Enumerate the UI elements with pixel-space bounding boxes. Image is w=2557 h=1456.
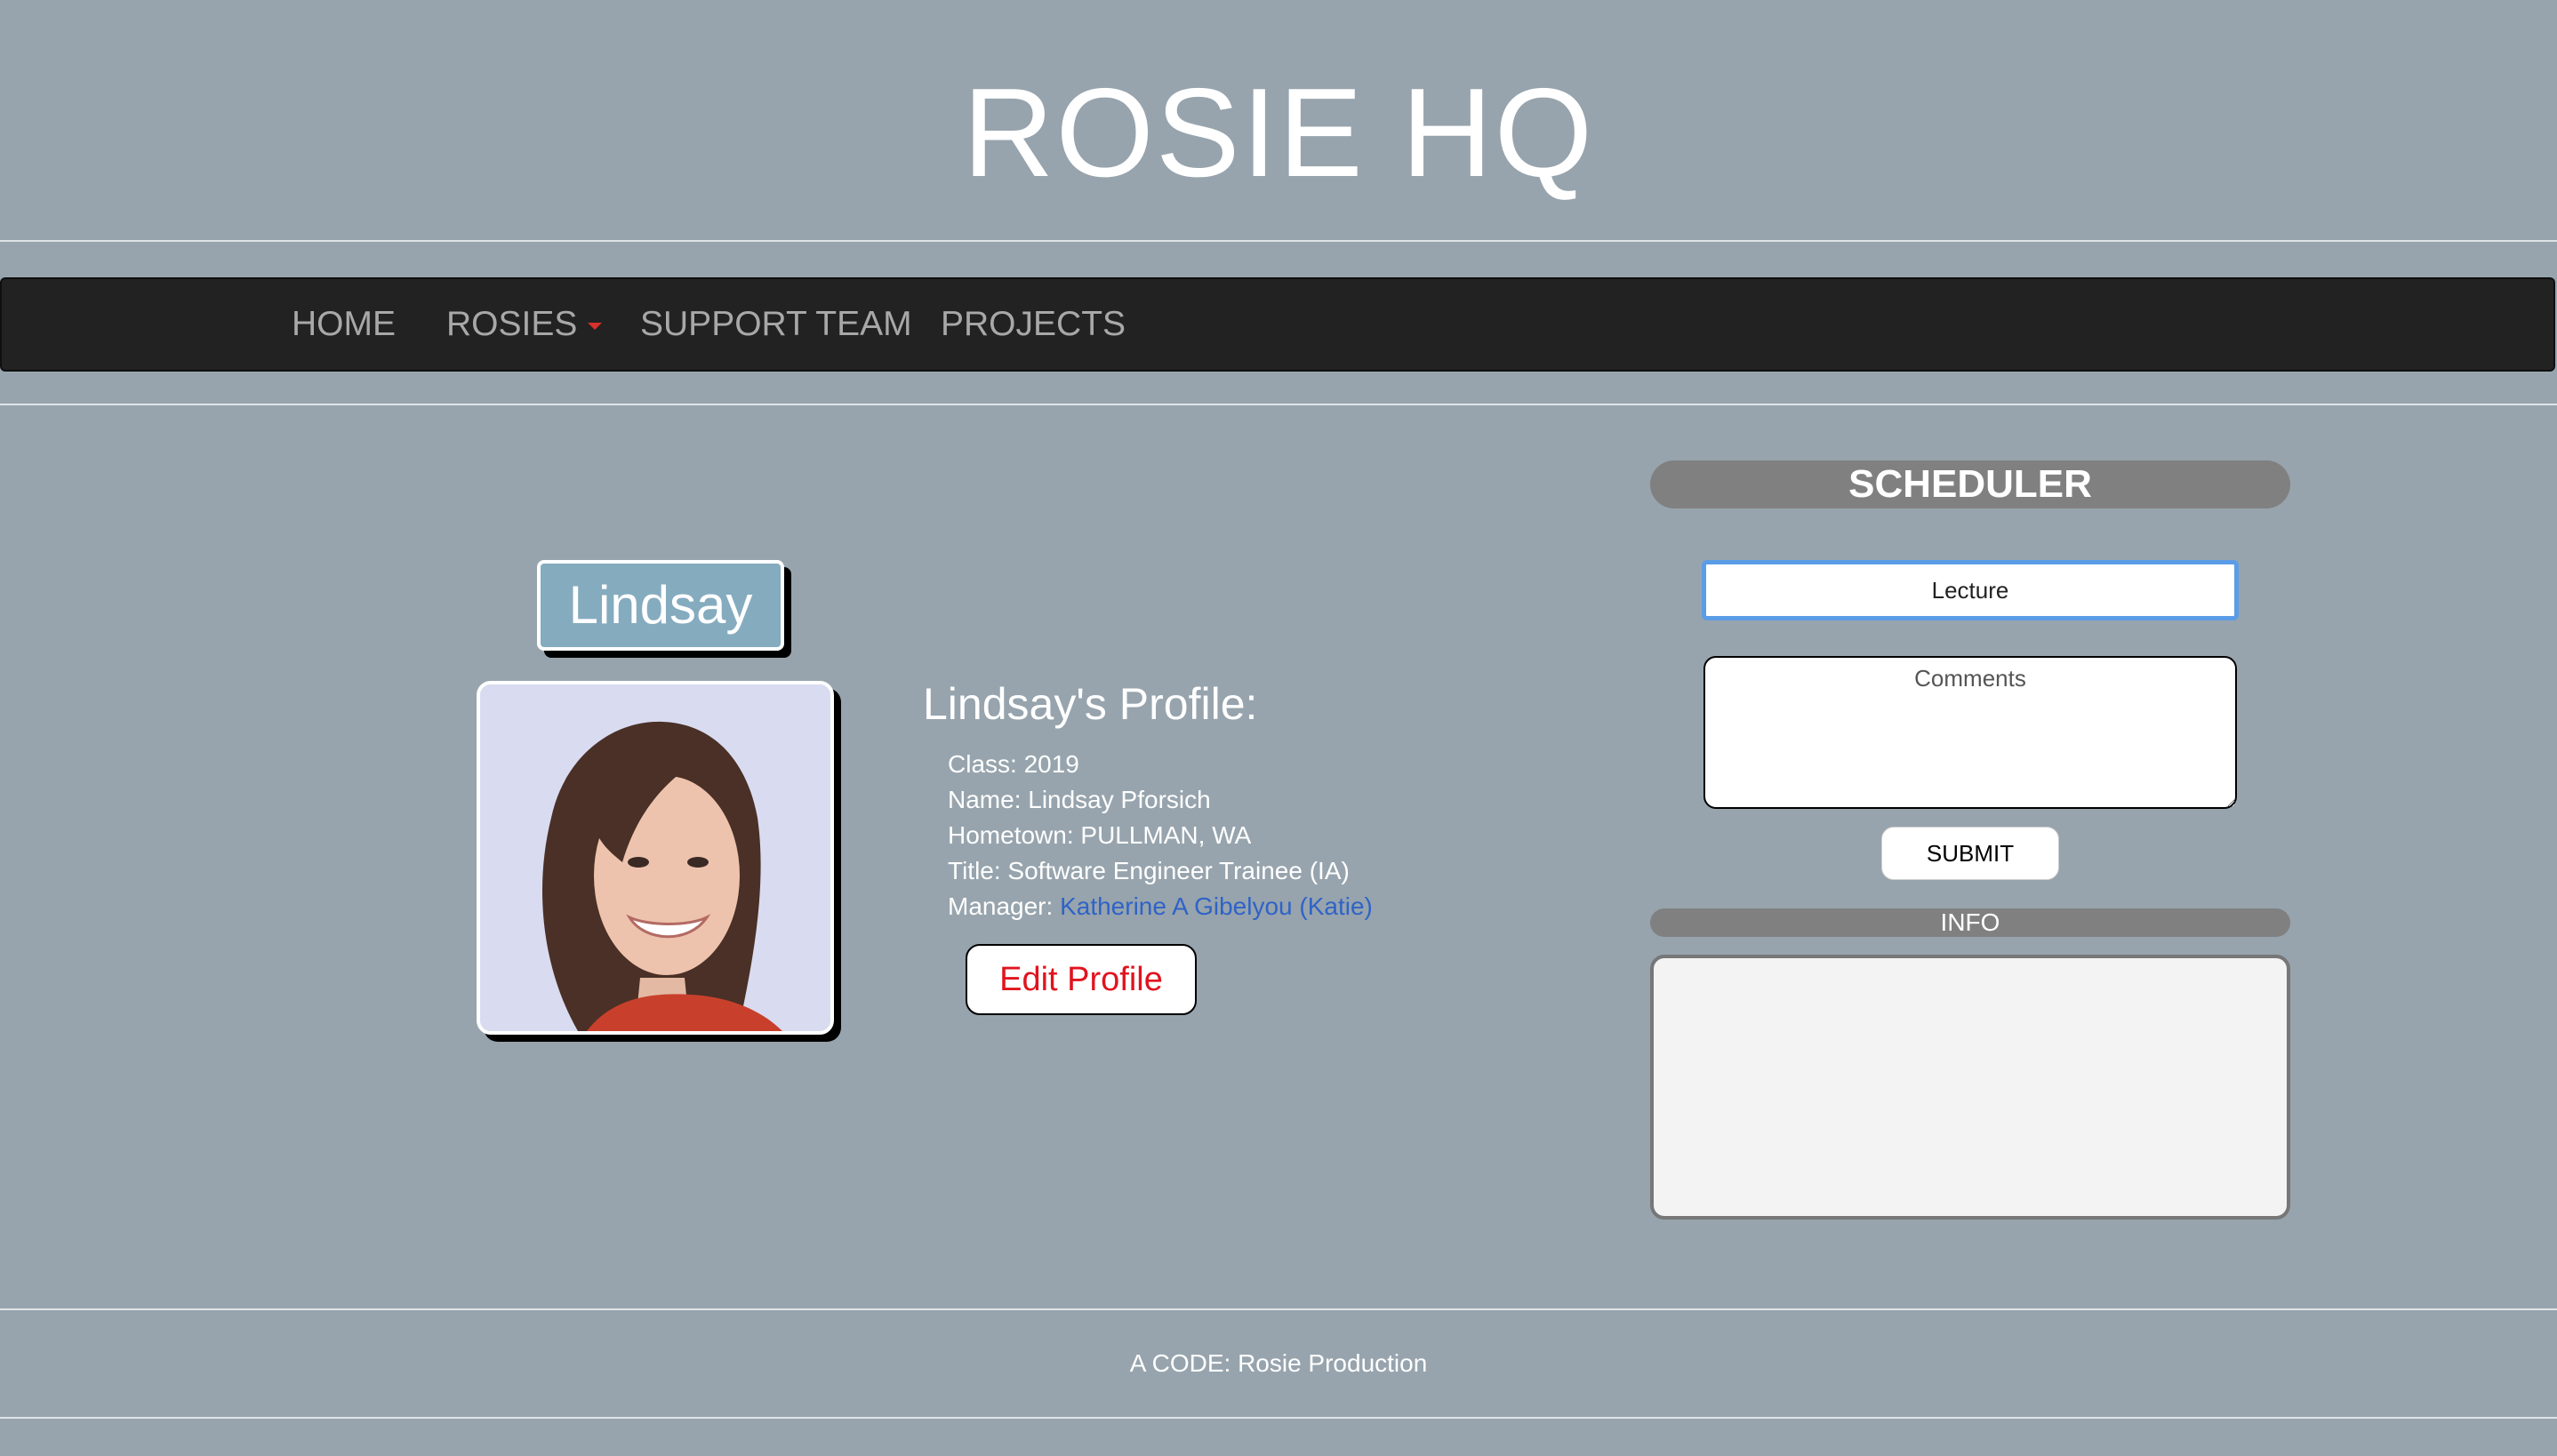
profile-hometown: Hometown: PULLMAN, WA — [948, 821, 1252, 849]
nav-support-team[interactable]: SUPPORT TEAM — [640, 279, 912, 370]
header-divider — [0, 240, 2557, 242]
footer-text: A CODE: Rosie Production — [1129, 1349, 1428, 1377]
info-panel — [1650, 955, 2290, 1220]
nav-divider — [0, 404, 2557, 405]
site-title: ROSIE HQ — [962, 62, 1595, 204]
manager-link[interactable]: Katherine A Gibelyou (Katie) — [1060, 892, 1373, 920]
nav-projects[interactable]: PROJECTS — [941, 279, 1126, 370]
profile-name: Name: Lindsay Pforsich — [948, 786, 1211, 813]
footer-bottom-divider — [0, 1417, 2557, 1419]
nav-rosies-label: ROSIES — [446, 305, 578, 343]
footer-top-divider — [0, 1308, 2557, 1310]
caret-down-icon — [588, 322, 603, 330]
scheduler-header: SCHEDULER — [1650, 460, 2290, 508]
profile-manager: Manager: Katherine A Gibelyou (Katie) — [948, 889, 1373, 924]
main-navbar: HOME ROSIES SUPPORT TEAM PROJECTS — [0, 277, 2555, 372]
lecture-input[interactable] — [1702, 560, 2239, 620]
info-header: INFO — [1650, 908, 2290, 937]
nav-rosies[interactable]: ROSIES — [446, 279, 603, 370]
profile-manager-label: Manager: — [948, 892, 1061, 920]
edit-profile-button[interactable]: Edit Profile — [966, 944, 1197, 1015]
profile-name-badge: Lindsay — [537, 560, 784, 651]
profile-heading: Lindsay's Profile: — [923, 679, 1258, 729]
profile-title: Title: Software Engineer Trainee (IA) — [948, 857, 1350, 884]
submit-button[interactable]: SUBMIT — [1881, 827, 2059, 880]
profile-class: Class: 2019 — [948, 750, 1079, 778]
profile-photo — [477, 681, 834, 1035]
comments-textarea[interactable] — [1703, 656, 2237, 809]
nav-home[interactable]: HOME — [292, 279, 396, 370]
